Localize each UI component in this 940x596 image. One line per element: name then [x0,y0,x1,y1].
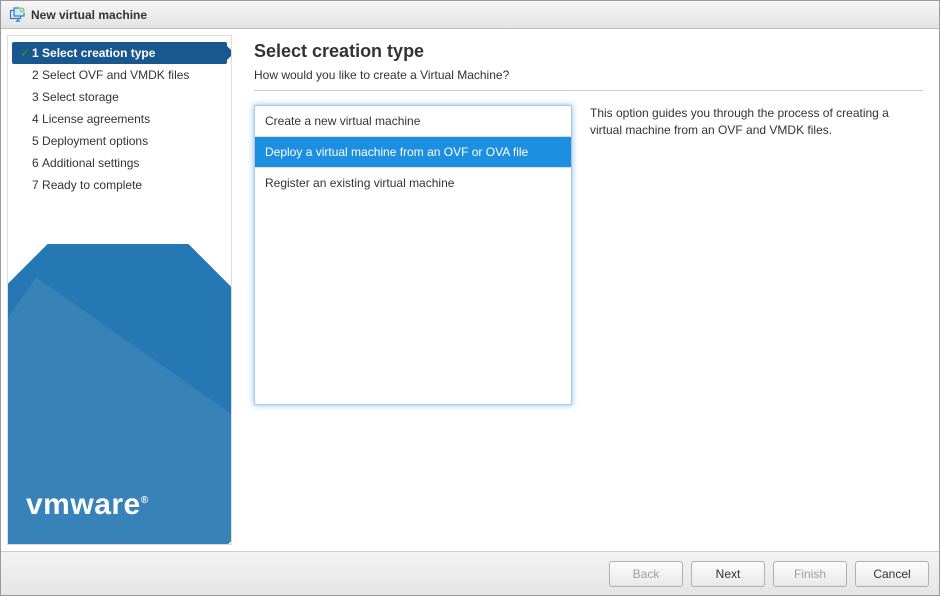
wizard-step-deployment-options[interactable]: 5 Deployment options [12,130,227,152]
option-deploy-ovf-ova[interactable]: Deploy a virtual machine from an OVF or … [255,137,571,168]
vm-icon [9,7,25,23]
wizard-step-ready[interactable]: 7 Ready to complete [12,174,227,196]
vmware-logo: vmware® [26,488,149,522]
content-row: Create a new virtual machine Deploy a vi… [254,105,923,535]
option-register-existing-vm[interactable]: Register an existing virtual machine [255,168,571,198]
wizard-step-additional-settings[interactable]: 6 Additional settings [12,152,227,174]
wizard-step-select-storage[interactable]: 3 Select storage [12,86,227,108]
back-button[interactable]: Back [609,561,683,587]
wizard-sidebar: ✓ 1 Select creation type 2 Select OVF an… [7,35,232,545]
page-title: Select creation type [254,41,923,62]
wizard-step-license[interactable]: 4 License agreements [12,108,227,130]
page-subtitle: How would you like to create a Virtual M… [254,68,923,91]
title-bar: New virtual machine [1,1,939,29]
wizard-steps: ✓ 1 Select creation type 2 Select OVF an… [8,36,231,202]
wizard-step-select-creation-type[interactable]: ✓ 1 Select creation type [12,42,227,64]
creation-type-list[interactable]: Create a new virtual machine Deploy a vi… [254,105,572,405]
wizard-footer: Back Next Finish Cancel [1,551,939,595]
window-title: New virtual machine [31,8,147,22]
wizard-step-select-ovf-vmdk[interactable]: 2 Select OVF and VMDK files [12,64,227,86]
cancel-button[interactable]: Cancel [855,561,929,587]
finish-button[interactable]: Finish [773,561,847,587]
next-button[interactable]: Next [691,561,765,587]
option-description: This option guides you through the proce… [590,105,923,535]
checkmark-icon: ✓ [18,46,32,60]
option-create-new-vm[interactable]: Create a new virtual machine [255,106,571,137]
sidebar-decoration: vmware® [8,244,231,544]
wizard-dialog: New virtual machine ✓ 1 Select creation … [0,0,940,596]
wizard-main: Select creation type How would you like … [238,35,933,545]
dialog-body: ✓ 1 Select creation type 2 Select OVF an… [1,29,939,551]
